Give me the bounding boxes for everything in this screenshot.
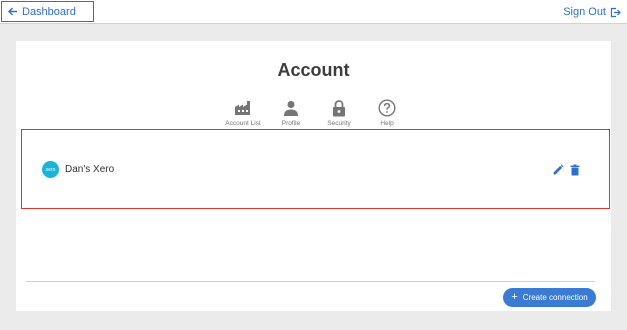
tab-label: Profile [281,120,301,127]
footer-divider [26,281,595,282]
arrow-left-icon [7,6,18,17]
top-bar: Dashboard Sign Out [0,0,627,24]
tab-security[interactable]: Security [315,99,363,129]
plus-icon: + [511,291,518,303]
factory-icon [233,99,253,117]
edit-pencil-icon[interactable] [552,164,564,176]
tab-account-list[interactable]: Account List [219,99,267,129]
account-card: Account Account List Profile Security He… [16,41,611,311]
create-connection-label: Create connection [522,293,588,302]
sign-out-icon [610,7,621,18]
delete-trash-icon[interactable] [569,164,581,176]
tab-help[interactable]: Help [363,99,411,129]
page-title: Account [277,60,350,80]
dashboard-back-link[interactable]: Dashboard [1,1,94,22]
lock-icon [329,99,349,117]
tab-label: Account List [225,120,261,127]
connections-list: xero Dan's Xero [21,129,610,209]
sign-out-button[interactable]: Sign Out [563,4,621,20]
person-icon [281,99,301,117]
create-connection-button[interactable]: + Create connection [503,288,596,307]
tab-label: Security [327,120,351,127]
xero-logo-icon: xero [42,161,59,178]
connection-actions [552,164,581,176]
sign-out-label: Sign Out [563,6,606,18]
dashboard-label: Dashboard [22,5,76,18]
tab-profile[interactable]: Profile [267,99,315,129]
help-icon [377,99,397,117]
tab-label: Help [380,120,394,127]
account-tabs: Account List Profile Security Help [219,99,411,129]
connection-name: Dan's Xero [65,164,115,175]
connection-item[interactable]: xero Dan's Xero [42,161,114,178]
